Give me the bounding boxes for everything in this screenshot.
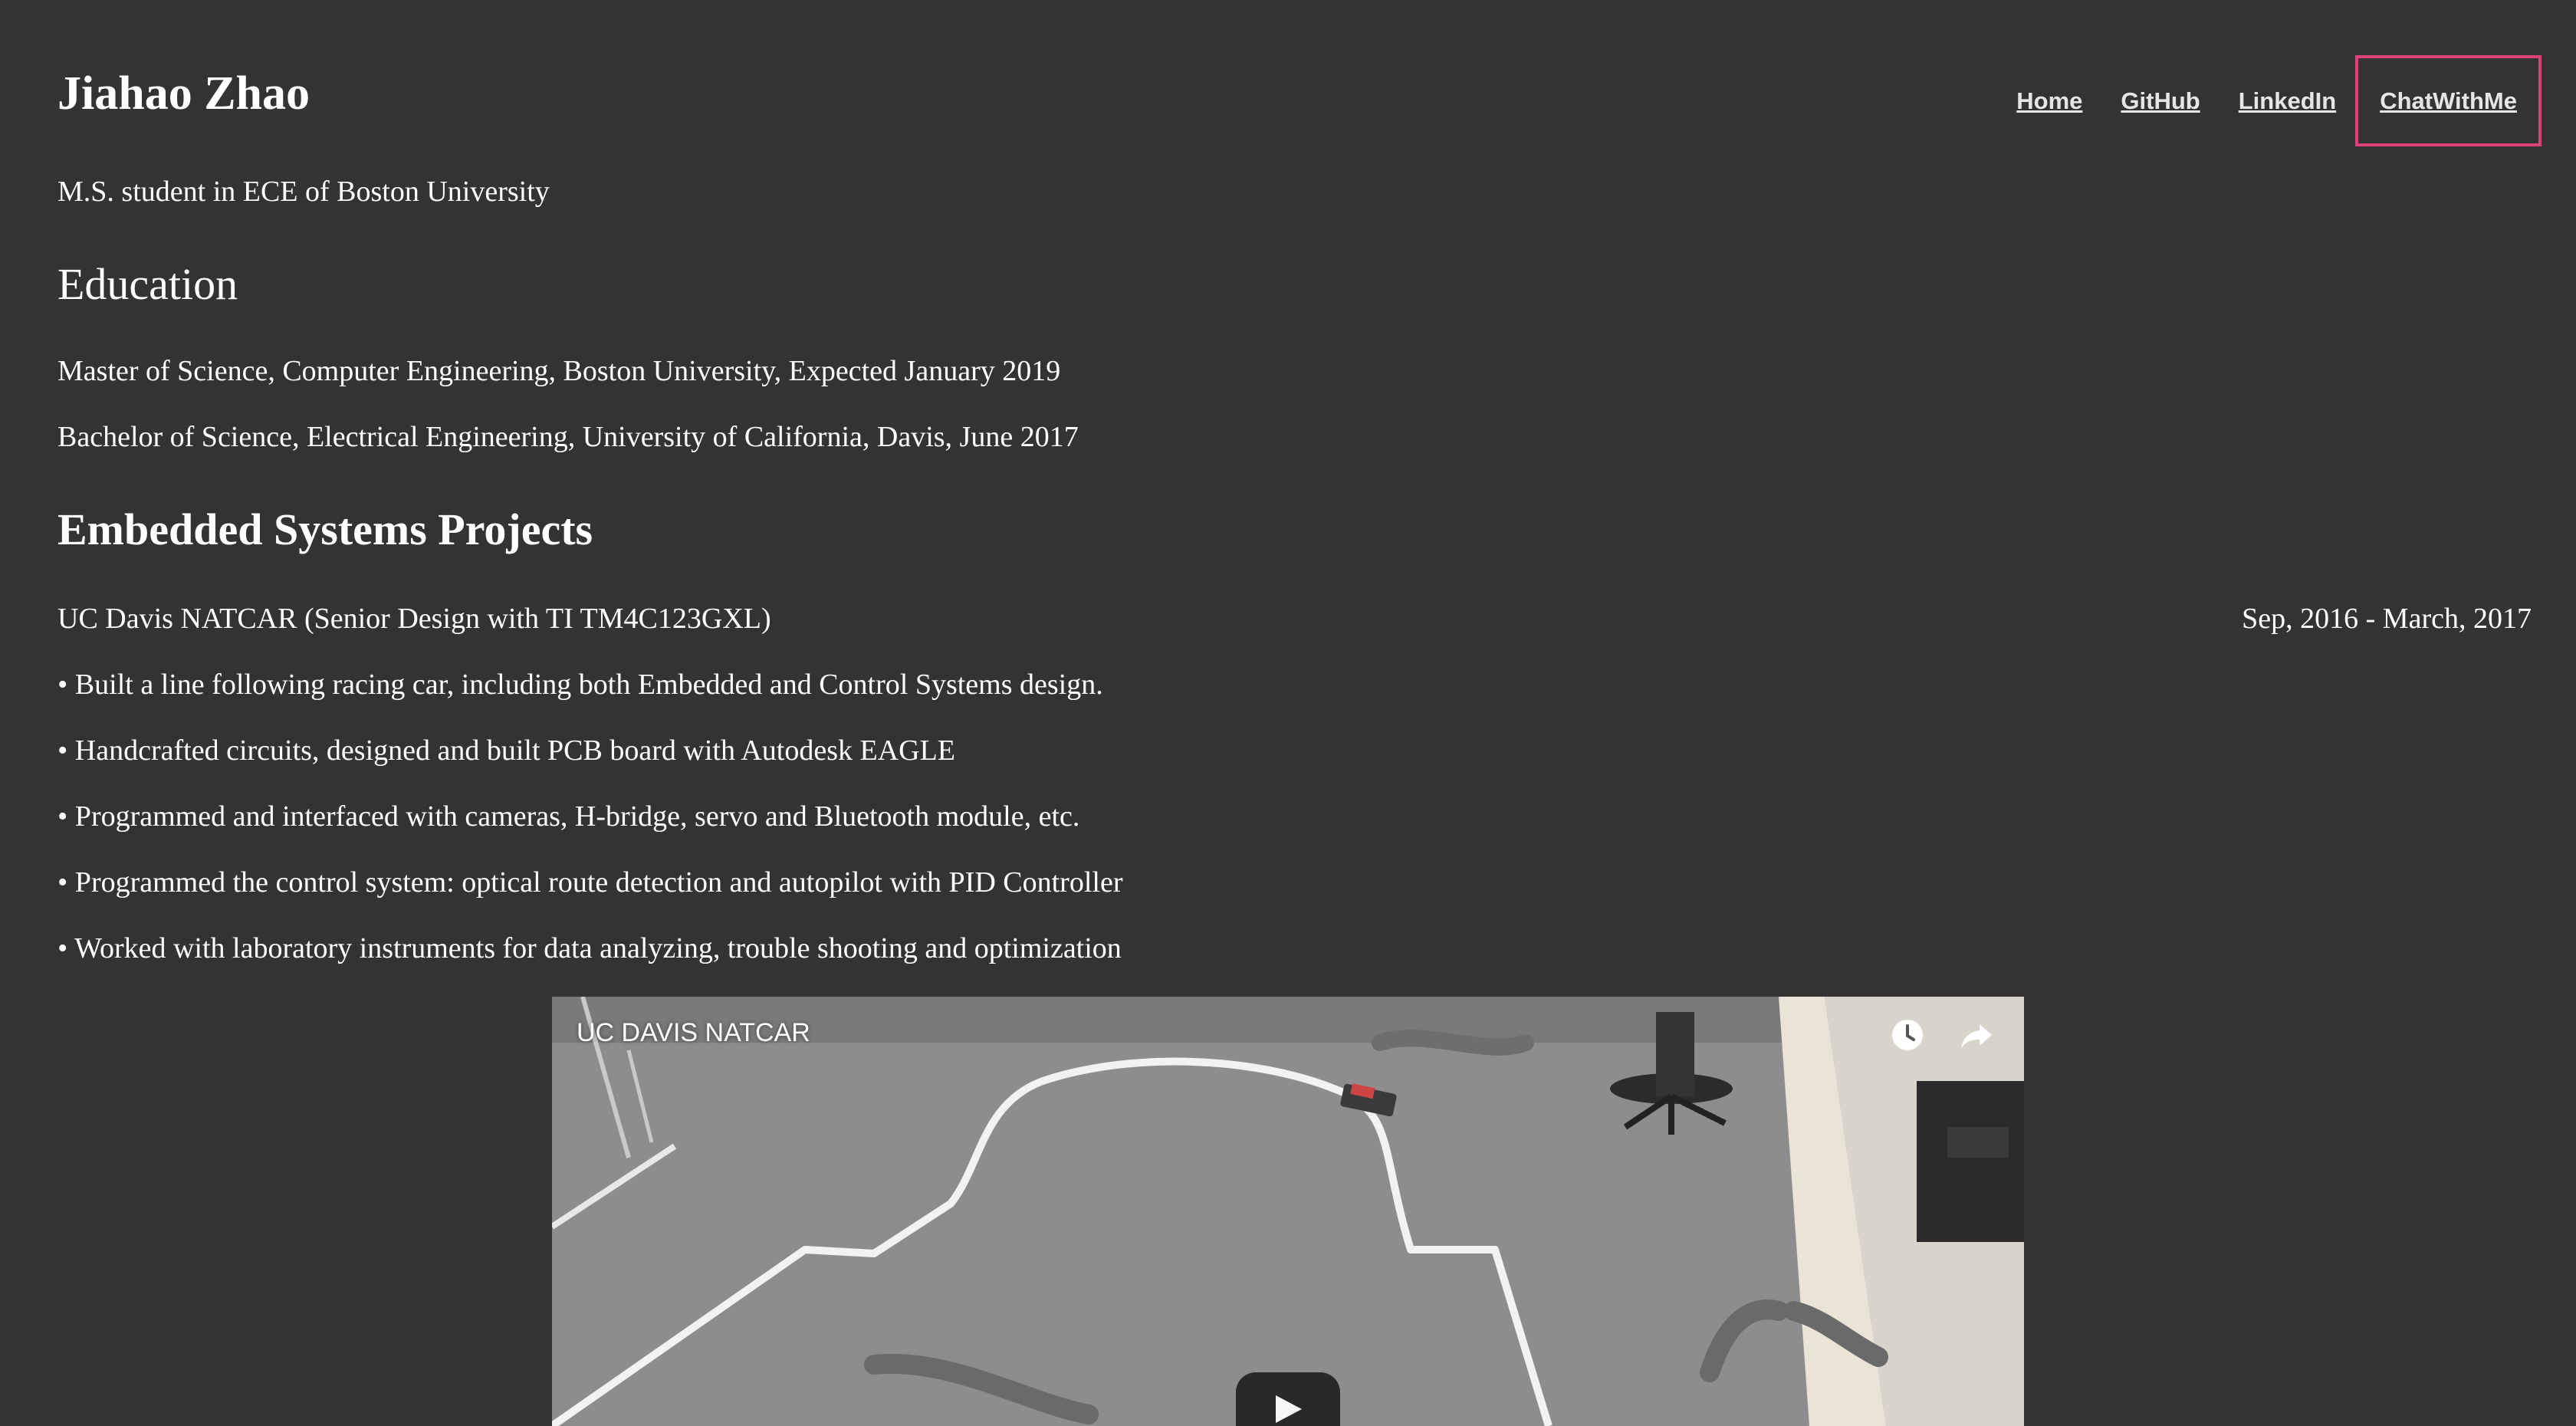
projects-heading: Embedded Systems Projects — [58, 504, 593, 554]
education-entry-bs: Bachelor of Science, Electrical Engineer… — [58, 421, 1079, 453]
top-nav: Home GitHub LinkedIn ChatWithMe — [1978, 55, 2542, 146]
site-title: Jiahao Zhao — [58, 67, 310, 120]
watch-later-icon[interactable] — [1888, 1015, 1927, 1055]
project-bullet: • Programmed and interfaced with cameras… — [58, 800, 1080, 833]
share-icon[interactable] — [1957, 1015, 1996, 1055]
nav-chatwithme-link[interactable]: ChatWithMe — [2355, 55, 2542, 146]
project-bullet: • Built a line following racing car, inc… — [58, 669, 1103, 701]
page: Jiahao Zhao Home GitHub LinkedIn ChatWit… — [0, 0, 2576, 1426]
site-subtitle: M.S. student in ECE of Boston University — [58, 176, 550, 208]
video-title[interactable]: UC DAVIS NATCAR — [577, 1018, 810, 1048]
nav-home-link[interactable]: Home — [2016, 57, 2082, 145]
project-title: UC Davis NATCAR (Senior Design with TI T… — [58, 603, 771, 635]
play-icon — [1276, 1395, 1302, 1423]
nav-github-link[interactable]: GitHub — [2121, 57, 2200, 145]
project-date: Sep, 2016 - March, 2017 — [2242, 603, 2532, 635]
education-entry-ms: Master of Science, Computer Engineering,… — [58, 355, 1061, 387]
play-button[interactable] — [1236, 1372, 1340, 1426]
video-thumbnail — [552, 997, 2024, 1426]
project-bullet: • Worked with laboratory instruments for… — [58, 932, 1122, 964]
project-bullet: • Programmed the control system: optical… — [58, 866, 1123, 899]
project-bullet: • Handcrafted circuits, designed and bui… — [58, 734, 956, 767]
education-heading: Education — [58, 259, 238, 309]
youtube-video-embed[interactable]: UC DAVIS NATCAR — [552, 997, 2024, 1426]
nav-linkedin-link[interactable]: LinkedIn — [2239, 57, 2336, 145]
